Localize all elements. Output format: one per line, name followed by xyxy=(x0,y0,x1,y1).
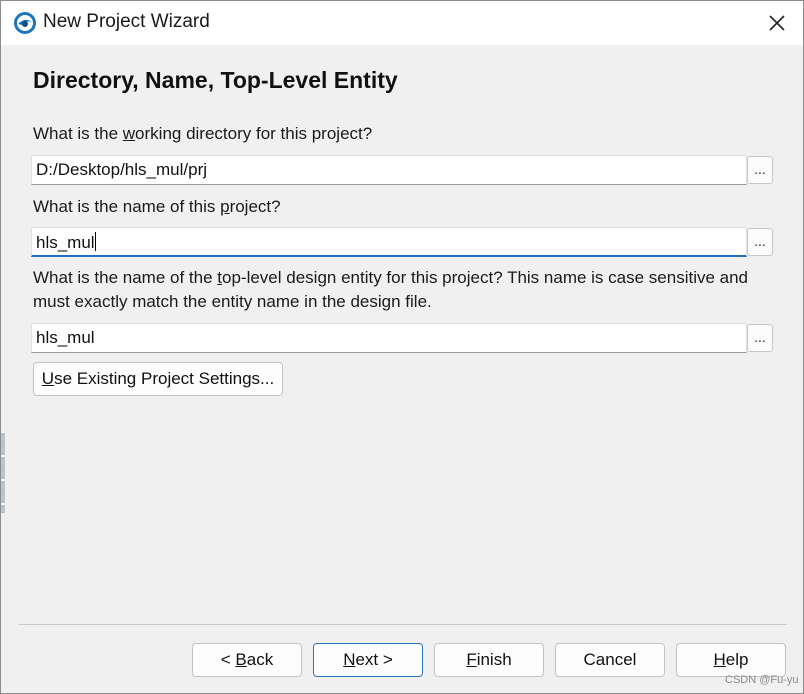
project-name-value: hls_mul xyxy=(36,233,95,252)
working-directory-label: What is the working directory for this p… xyxy=(33,124,373,143)
back-button[interactable]: < Back xyxy=(192,643,302,677)
title-bar[interactable]: New Project Wizard xyxy=(1,1,803,45)
footer-separator xyxy=(19,624,787,625)
close-icon xyxy=(769,15,785,31)
top-level-entity-browse-button[interactable]: ... xyxy=(747,324,773,352)
page-heading: Directory, Name, Top-Level Entity xyxy=(33,67,398,93)
project-name-label: What is the name of this project? xyxy=(33,197,281,216)
background-window-edge xyxy=(1,433,5,513)
watermark-text: CSDN @Fu-yu xyxy=(725,674,799,686)
next-button[interactable]: Next > xyxy=(313,643,423,677)
finish-button[interactable]: Finish xyxy=(434,643,544,677)
use-existing-project-settings-button[interactable]: Use Existing Project Settings... xyxy=(33,362,283,396)
project-name-browse-button[interactable]: ... xyxy=(747,228,773,256)
window-title: New Project Wizard xyxy=(43,11,210,32)
project-name-field[interactable]: hls_mul xyxy=(31,227,747,257)
working-directory-field[interactable]: D:/Desktop/hls_mul/prj xyxy=(31,155,747,185)
help-button[interactable]: Help xyxy=(676,643,786,677)
text-caret xyxy=(94,232,96,251)
new-project-wizard-window: New Project Wizard Directory, Name, Top-… xyxy=(0,0,804,694)
working-directory-browse-button[interactable]: ... xyxy=(747,156,773,184)
top-level-entity-label: What is the name of the top-level design… xyxy=(33,268,749,311)
cancel-button[interactable]: Cancel xyxy=(555,643,665,677)
quartus-app-icon xyxy=(13,11,37,35)
close-button[interactable] xyxy=(757,5,797,41)
top-level-entity-field[interactable]: hls_mul xyxy=(31,323,747,353)
